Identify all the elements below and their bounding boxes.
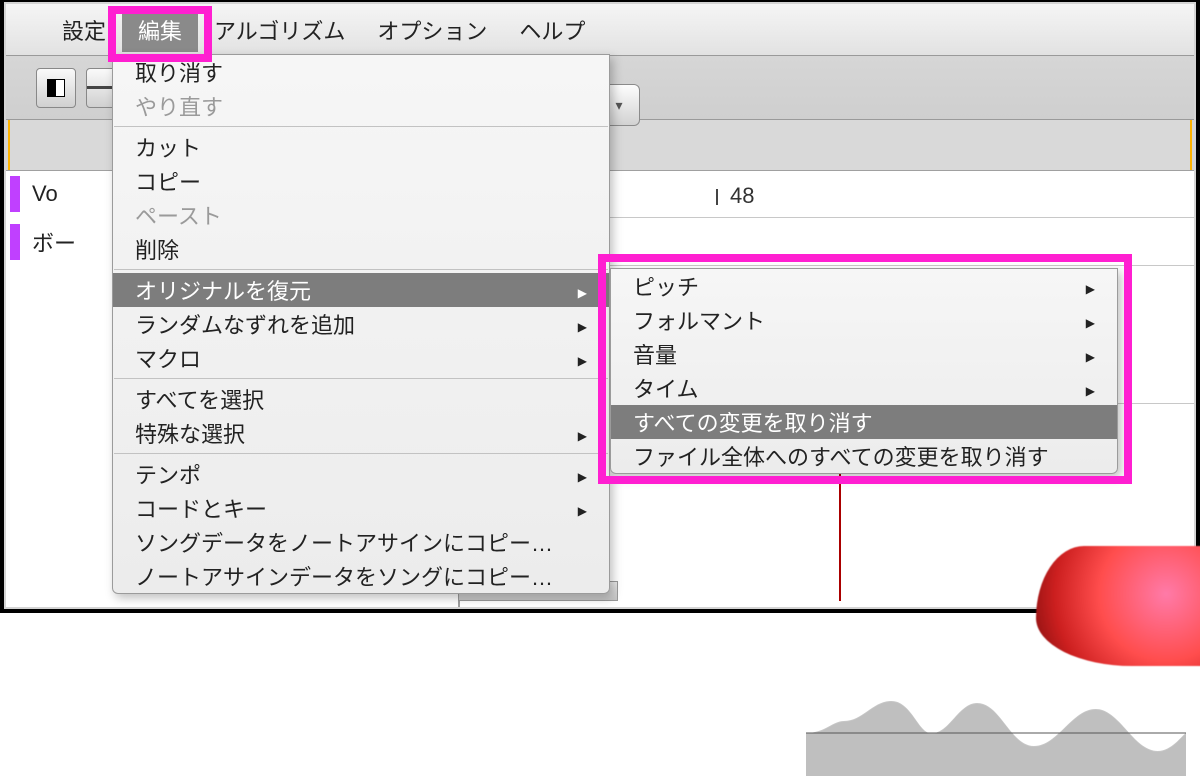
chevron-right-icon (1086, 341, 1095, 367)
menubar-item-options[interactable]: オプション (361, 8, 503, 52)
mi-restore-original[interactable]: オリジナルを復元 (113, 273, 609, 307)
menubar-item-settings[interactable]: 設定 (46, 8, 122, 52)
ruler-label-48: 48 (730, 183, 754, 209)
mi-copy-song-to-note[interactable]: ソングデータをノートアサインにコピー… (113, 525, 609, 559)
mi-paste: ペースト (113, 198, 609, 232)
mi-chord-key[interactable]: コードとキー (113, 491, 609, 525)
edit-menu: 取り消す やり直す カット コピー ペースト 削除 オリジナルを復元 ランダムな… (112, 54, 610, 594)
smi-pitch[interactable]: ピッチ (611, 269, 1117, 303)
track-label: ボー (32, 226, 76, 258)
tool-colorbox[interactable] (36, 68, 76, 108)
track-color-icon (10, 224, 20, 260)
waveform[interactable] (806, 691, 1186, 776)
menu-separator (114, 378, 608, 379)
timeline-ruler[interactable]: 48 (606, 175, 1194, 217)
restore-submenu: ピッチ フォルマント 音量 タイム すべての変更を取り消す ファイル全体へのすべ… (610, 268, 1118, 474)
mi-macro[interactable]: マクロ (113, 341, 609, 375)
track-color-icon (10, 176, 20, 212)
menu-separator (114, 453, 608, 454)
chevron-right-icon (578, 311, 587, 337)
menubar-item-algorithm[interactable]: アルゴリズム (198, 8, 361, 52)
menu-separator (114, 269, 608, 270)
smi-volume[interactable]: 音量 (611, 337, 1117, 371)
note-blob[interactable] (1036, 546, 1200, 666)
chevron-right-icon (1086, 273, 1095, 299)
chevron-right-icon (578, 420, 587, 446)
smi-undo-all-file[interactable]: ファイル全体へのすべての変更を取り消す (611, 439, 1117, 473)
smi-time[interactable]: タイム (611, 371, 1117, 405)
chevron-right-icon (1086, 375, 1095, 401)
chevron-right-icon (578, 495, 587, 521)
mi-special-select[interactable]: 特殊な選択 (113, 416, 609, 450)
track-label: Vo (32, 181, 58, 207)
chevron-right-icon (1086, 307, 1095, 333)
chevron-right-icon (578, 277, 587, 303)
smi-formant[interactable]: フォルマント (611, 303, 1117, 337)
mi-delete[interactable]: 削除 (113, 232, 609, 266)
menubar-item-help[interactable]: ヘルプ (503, 8, 601, 52)
mi-select-all[interactable]: すべてを選択 (113, 382, 609, 416)
chevron-right-icon (578, 461, 587, 487)
smi-undo-all[interactable]: すべての変更を取り消す (611, 405, 1117, 439)
mi-add-random[interactable]: ランダムなずれを追加 (113, 307, 609, 341)
mi-tempo[interactable]: テンポ (113, 457, 609, 491)
mi-redo: やり直す (113, 89, 609, 123)
chevron-right-icon (578, 345, 587, 371)
mi-copy-note-to-song[interactable]: ノートアサインデータをソングにコピー… (113, 559, 609, 593)
mi-copy[interactable]: コピー (113, 164, 609, 198)
menubar-item-edit[interactable]: 編集 (122, 8, 198, 52)
mi-cut[interactable]: カット (113, 130, 609, 164)
mi-undo[interactable]: 取り消す (113, 55, 609, 89)
menubar: 設定 編集 アルゴリズム オプション ヘルプ (6, 4, 1194, 56)
contrast-icon (47, 79, 65, 97)
menu-separator (114, 126, 608, 127)
